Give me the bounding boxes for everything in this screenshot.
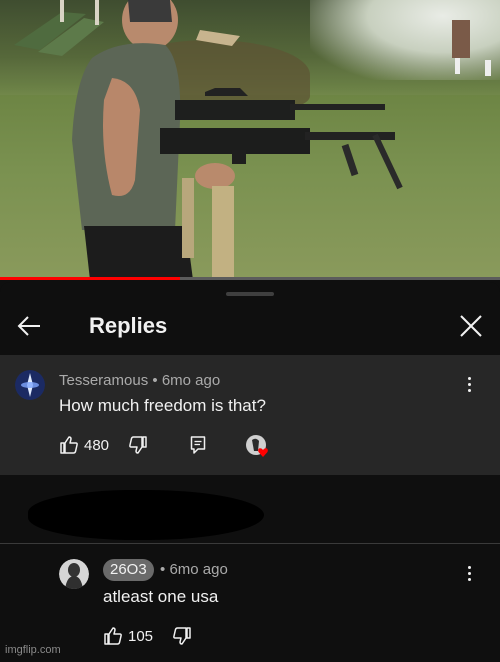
ammo-belt xyxy=(212,186,234,278)
parent-comment: Tesseramous • 6mo ago How much freedom i… xyxy=(0,355,500,475)
distant-post xyxy=(455,58,460,74)
more-options-button[interactable] xyxy=(462,375,478,395)
redaction-scribble xyxy=(28,490,264,540)
drag-handle[interactable] xyxy=(226,292,274,296)
video-frame[interactable] xyxy=(0,0,500,280)
thumbs-down-icon xyxy=(173,627,191,645)
author-handle-badge[interactable]: 26O3 xyxy=(103,559,154,581)
comment-time: 6mo ago xyxy=(161,372,221,389)
bipod-leg xyxy=(341,143,359,177)
avatar[interactable] xyxy=(59,559,89,589)
gun-grip xyxy=(232,150,246,164)
more-vert-icon xyxy=(468,383,471,386)
reply-text: atleast one usa xyxy=(103,587,219,606)
man-pants xyxy=(84,226,193,280)
more-vert-icon xyxy=(468,377,471,380)
creator-heart-icon xyxy=(246,435,268,457)
more-vert-icon xyxy=(468,578,471,581)
dislike-button[interactable] xyxy=(128,435,148,455)
separator: • xyxy=(160,561,166,578)
thumbs-up-icon xyxy=(104,627,122,645)
dislike-button[interactable] xyxy=(172,626,192,646)
like-count: 480 xyxy=(84,437,110,454)
creator-heart xyxy=(245,434,271,460)
reply-meta: • 6mo ago xyxy=(160,561,228,578)
sheet-title: Replies xyxy=(89,313,168,338)
reply-time: 6mo ago xyxy=(169,561,228,578)
like-button[interactable] xyxy=(103,626,123,646)
close-icon xyxy=(460,315,482,337)
thumbs-up-icon xyxy=(60,436,78,454)
gun-barrel xyxy=(305,132,395,140)
bipod-leg xyxy=(372,133,403,190)
more-options-button[interactable] xyxy=(462,564,478,584)
avatar[interactable] xyxy=(15,370,45,400)
man-hand xyxy=(195,163,235,189)
comment-text: How much freedom is that? xyxy=(59,396,266,415)
divider xyxy=(0,543,500,544)
replies-sheet: Replies Tesseramous • 6mo ago How much f… xyxy=(0,282,500,662)
like-button[interactable] xyxy=(59,435,79,455)
ear-protection xyxy=(128,0,172,22)
reply-icon xyxy=(190,436,206,454)
gun-barrel xyxy=(290,104,385,110)
avatar-image xyxy=(59,559,89,589)
target-board xyxy=(196,30,240,46)
video-progress-fill xyxy=(0,277,180,280)
post xyxy=(95,0,99,25)
post xyxy=(60,0,64,22)
author-name[interactable]: Tesseramous xyxy=(59,372,148,389)
watermark: imgflip.com xyxy=(5,644,61,656)
arrow-left-icon xyxy=(17,316,40,336)
like-count: 105 xyxy=(128,628,154,645)
video-progress-bar[interactable] xyxy=(0,277,500,280)
close-button[interactable] xyxy=(458,313,484,339)
avatar-image xyxy=(15,370,45,400)
video-scene xyxy=(14,0,491,280)
distant-target xyxy=(452,20,470,58)
gun-receiver xyxy=(175,100,295,120)
ammo-belt xyxy=(182,178,194,258)
more-vert-icon xyxy=(468,572,471,575)
thumbs-down-icon xyxy=(129,436,147,454)
more-vert-icon xyxy=(468,566,471,569)
back-button[interactable] xyxy=(16,314,44,338)
reply-button[interactable] xyxy=(190,435,206,455)
man-arm xyxy=(103,78,140,196)
distant-post xyxy=(485,60,491,76)
more-vert-icon xyxy=(468,389,471,392)
comment-meta: Tesseramous • 6mo ago xyxy=(59,372,220,389)
separator: • xyxy=(152,372,158,389)
gun-sight xyxy=(205,88,248,96)
